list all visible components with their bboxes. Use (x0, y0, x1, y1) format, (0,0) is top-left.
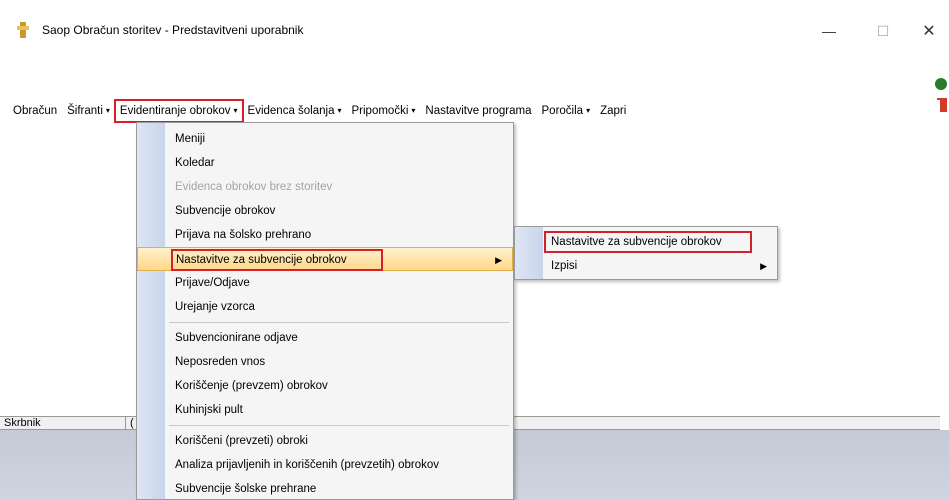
menu-label: Nastavitve programa (425, 105, 532, 117)
menu-separator (169, 322, 509, 323)
highlight-box (544, 231, 752, 253)
menu-item-urejanje-vzorca[interactable]: Urejanje vzorca (137, 295, 513, 319)
menu-item-subvencionirane-odjave[interactable]: Subvencionirane odjave (137, 326, 513, 350)
menu-item-label: Urejanje vzorca (175, 301, 255, 313)
menu-item-analiza-prijavljenih-in-koriščenih-prevzetih-obrokov[interactable]: Analiza prijavljenih in koriščenih (prev… (137, 453, 513, 477)
submenu-item-izpisi[interactable]: Izpisi ▶ (515, 254, 777, 278)
menu-poročila[interactable]: Poročila ▾ (537, 100, 596, 122)
menu-label: Evidentiranje obrokov (119, 105, 231, 118)
menu-evidentiranje-obrokov[interactable]: Evidentiranje obrokov ▾ (113, 99, 244, 123)
highlight-box (171, 249, 383, 271)
globe-icon[interactable] (935, 78, 947, 90)
submenu-item-nastavitve-za-subvencije-obrokov[interactable]: Nastavitve za subvencije obrokov (515, 230, 777, 254)
menu-item-koledar[interactable]: Koledar (137, 151, 513, 175)
menu-obračun[interactable]: Obračun (8, 100, 62, 122)
chevron-down-icon: ▾ (586, 106, 591, 115)
chevron-right-icon: ▶ (760, 261, 767, 271)
app-window: Saop Obračun storitev - Predstavitveni u… (0, 0, 949, 500)
menu-item-meniji[interactable]: Meniji (137, 127, 513, 151)
chevron-down-icon: ▾ (337, 106, 342, 115)
menu-item-neposreden-vnos[interactable]: Neposreden vnos (137, 350, 513, 374)
menu-evidenca-šolanja[interactable]: Evidenca šolanja ▾ (243, 100, 347, 122)
menu-label: Zapri (600, 105, 627, 117)
submenu-item-label: Izpisi (551, 260, 578, 272)
menu-item-label: Prijave/Odjave (175, 277, 250, 289)
app-logo-icon (17, 22, 29, 38)
minimize-button[interactable]: — (806, 14, 852, 48)
menu-label: Pripomočki (351, 105, 409, 118)
status-user: Skrbnik (0, 417, 126, 431)
menu-item-label: Kuhinjski pult (175, 404, 243, 416)
chevron-right-icon: ▶ (495, 255, 502, 265)
menu-nastavitve-programa[interactable]: Nastavitve programa (420, 100, 536, 122)
menu-label: Evidenca šolanja (247, 105, 335, 118)
chevron-down-icon: ▾ (233, 106, 238, 115)
menu-item-subvencije-šolske-prehrane[interactable]: Subvencije šolske prehrane (137, 477, 513, 500)
menu-šifranti[interactable]: Šifranti ▾ (62, 100, 115, 122)
menu-item-label: Prijava na šolsko prehrano (175, 229, 312, 241)
menu-item-nastavitve-za-subvencije-obrokov[interactable]: Nastavitve za subvencije obrokov ▶ (137, 247, 513, 271)
menu-item-label: Subvencije šolske prehrane (175, 483, 317, 495)
menu-item-subvencije-obrokov[interactable]: Subvencije obrokov (137, 199, 513, 223)
menu-item-koriščenje-prevzem-obrokov[interactable]: Koriščenje (prevzem) obrokov (137, 374, 513, 398)
menu-item-label: Koriščeni (prevzeti) obroki (175, 435, 308, 447)
chevron-down-icon: ▾ (105, 106, 110, 115)
maximize-button[interactable]: ☐ (860, 14, 906, 48)
menu-item-koriščeni-prevzeti-obroki[interactable]: Koriščeni (prevzeti) obroki (137, 429, 513, 453)
nastavitve-submenu: Nastavitve za subvencije obrokov Izpisi ▶ (514, 226, 778, 280)
menu-item-label: Meniji (175, 133, 206, 145)
menu-label: Poročila (541, 105, 584, 118)
title-bar: Saop Obračun storitev - Predstavitveni u… (0, 0, 949, 60)
menu-separator (169, 425, 509, 426)
menu-item-prijave-odjave[interactable]: Prijave/Odjave (137, 271, 513, 295)
menu-zapri[interactable]: Zapri (595, 100, 631, 122)
menu-item-label: Analiza prijavljenih in koriščenih (prev… (175, 459, 439, 471)
menu-item-label: Neposreden vnos (175, 356, 266, 368)
window-title: Saop Obračun storitev - Predstavitveni u… (42, 23, 304, 37)
menu-bar: Obračun Šifranti ▾ Evidentiranje obrokov ▾ Ev… (0, 99, 940, 123)
menu-item-prijava-na-šolsko-prehrano[interactable]: Prijava na šolsko prehrano (137, 223, 513, 247)
menu-item-label: Koriščenje (prevzem) obrokov (175, 380, 328, 392)
menu-label: Obračun (13, 105, 58, 117)
menu-item-label: Subvencije obrokov (175, 205, 276, 217)
evidentiranje-obrokov-menu: Meniji Koledar Evidenca obrokov brez stori… (136, 122, 514, 500)
menu-item-label: Koledar (175, 157, 215, 169)
menu-item-kuhinjski-pult[interactable]: Kuhinjski pult (137, 398, 513, 422)
close-button[interactable]: ✕ (906, 14, 949, 48)
menu-item-label: Subvencionirane odjave (175, 332, 298, 344)
chevron-down-icon: ▾ (411, 106, 416, 115)
menu-label: Šifranti (67, 105, 103, 118)
menu-pripomočki[interactable]: Pripomočki ▾ (347, 100, 421, 122)
menu-item-evidenca-obrokov-brez-storitev: Evidenca obrokov brez storitev (137, 175, 513, 199)
menu-item-label: Evidenca obrokov brez storitev (175, 181, 333, 193)
